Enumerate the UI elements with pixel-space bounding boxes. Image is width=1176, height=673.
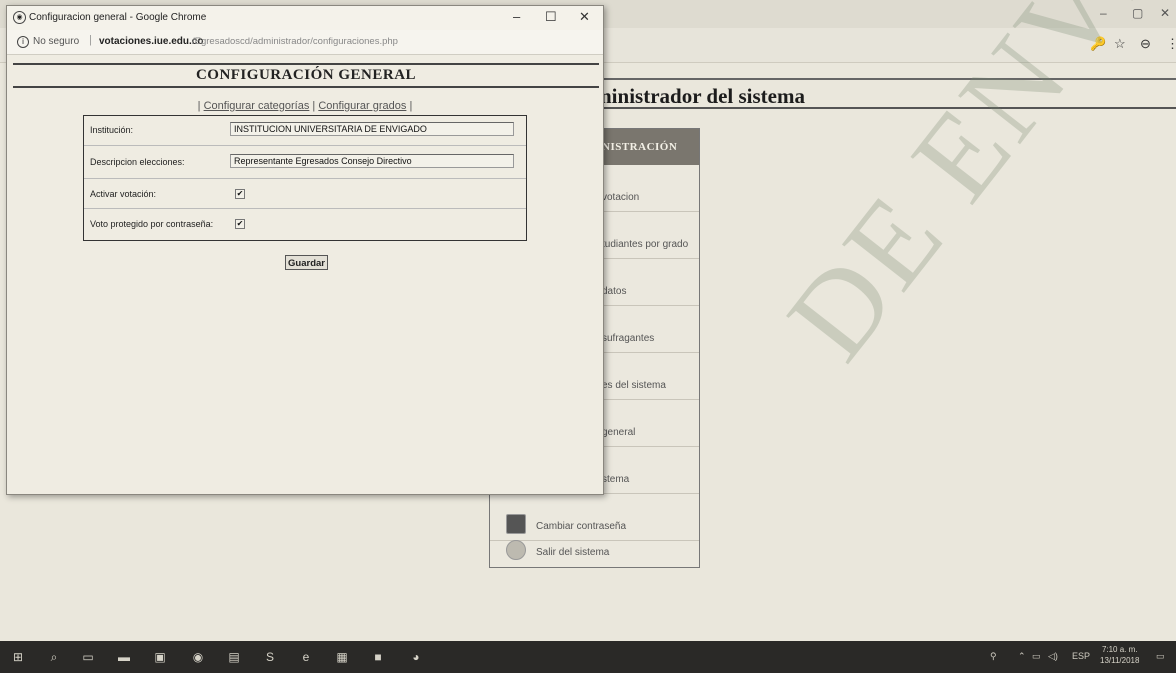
link-separator: | xyxy=(409,100,413,112)
heading-divider xyxy=(13,63,599,65)
form-row-institution: Institución: xyxy=(84,116,526,146)
config-form: Institución: Descripcion elecciones: Act… xyxy=(83,115,527,241)
profile-icon[interactable]: ⊖ xyxy=(1140,36,1151,52)
configure-grades-link[interactable]: Configurar grados xyxy=(318,100,406,112)
popup-title-bar: ◉ Configuracion general - Google Chrome … xyxy=(7,6,603,31)
background-divider xyxy=(600,107,1176,109)
search-icon[interactable]: ⌕ xyxy=(46,649,62,665)
notifications-icon[interactable]: ▭ xyxy=(1156,651,1165,662)
config-popup-window: ◉ Configuracion general - Google Chrome … xyxy=(6,5,604,495)
popup-close-button[interactable]: ✕ xyxy=(579,9,590,25)
menu-icon[interactable]: ⋮ xyxy=(1166,36,1176,52)
language-indicator[interactable]: ESP xyxy=(1072,651,1090,661)
background-page-title: ninistrador del sistema xyxy=(600,84,805,108)
form-row-password-protected: Voto protegido por contraseña: ✔ xyxy=(84,209,526,239)
chrome-icon: ◉ xyxy=(13,11,26,24)
word-icon[interactable]: ▤ xyxy=(226,649,242,665)
address-bar[interactable]: i No seguro | votaciones.iue.edu.co /Egr… xyxy=(7,30,603,55)
edge-icon[interactable]: e xyxy=(298,649,314,665)
clock-time: 7:10 a. m. xyxy=(1101,645,1138,654)
tray-up-icon[interactable]: ⌃ xyxy=(1018,651,1026,662)
password-protected-checkbox[interactable]: ✔ xyxy=(235,219,245,229)
app-icon[interactable]: ■ xyxy=(370,649,386,665)
activate-voting-checkbox[interactable]: ✔ xyxy=(235,189,245,199)
windows-start-icon[interactable]: ⊞ xyxy=(10,649,26,665)
people-icon[interactable]: ⚲ xyxy=(990,651,997,662)
volume-icon[interactable]: ◁) xyxy=(1048,651,1058,662)
security-label: No seguro xyxy=(33,36,80,47)
menu-item-logout[interactable]: Salir del sistema xyxy=(490,520,699,566)
outlook-icon[interactable]: ▣ xyxy=(152,649,168,665)
page-title: CONFIGURACIÓN GENERAL xyxy=(195,67,417,83)
configure-categories-link[interactable]: Configurar categorías xyxy=(204,100,310,112)
logout-icon xyxy=(506,540,526,560)
password-protected-label: Voto protegido por contraseña: xyxy=(90,219,214,229)
link-separator: | xyxy=(312,100,316,112)
form-row-description: Descripcion elecciones: xyxy=(84,146,526,179)
taskbar: ⊞ ⌕ ▭ ▬ ▣ ◉ ▤ S e ▦ ■ ◕ ⚲ ⌃ ▭ ◁) ESP 7:1… xyxy=(0,641,1176,673)
network-icon[interactable]: ▭ xyxy=(1032,651,1041,662)
calculator-icon[interactable]: ▦ xyxy=(334,649,350,665)
description-input[interactable] xyxy=(230,154,514,168)
config-links: | Configurar categorías | Configurar gra… xyxy=(7,100,603,112)
skype-icon[interactable]: S xyxy=(262,649,278,665)
chrome-icon[interactable]: ◉ xyxy=(190,649,206,665)
task-view-icon[interactable]: ▭ xyxy=(80,649,96,665)
popup-title: Configuracion general - Google Chrome xyxy=(29,12,207,23)
clock[interactable]: 7:10 a. m. 13/11/2018 xyxy=(1100,644,1139,666)
institution-input[interactable] xyxy=(230,122,514,136)
clock-date: 13/11/2018 xyxy=(1100,656,1140,665)
save-button[interactable]: Guardar xyxy=(285,255,328,270)
popup-minimize-button[interactable]: – xyxy=(513,9,520,24)
popup-maximize-button[interactable]: ☐ xyxy=(545,9,557,25)
description-label: Descripcion elecciones: xyxy=(90,157,185,167)
info-icon[interactable]: i xyxy=(17,36,29,48)
heading-divider xyxy=(13,86,599,88)
address-separator: | xyxy=(89,34,92,46)
url-host: votaciones.iue.edu.co xyxy=(99,36,204,47)
form-row-activate-voting: Activar votación: ✔ xyxy=(84,179,526,209)
link-separator: | xyxy=(197,100,201,112)
activate-voting-label: Activar votación: xyxy=(90,189,157,199)
app-circle-icon[interactable]: ◕ xyxy=(408,649,424,665)
file-explorer-icon[interactable]: ▬ xyxy=(116,649,132,665)
url-path: /Egresadoscd/administrador/configuracion… xyxy=(192,36,398,47)
institution-label: Institución: xyxy=(90,125,134,135)
